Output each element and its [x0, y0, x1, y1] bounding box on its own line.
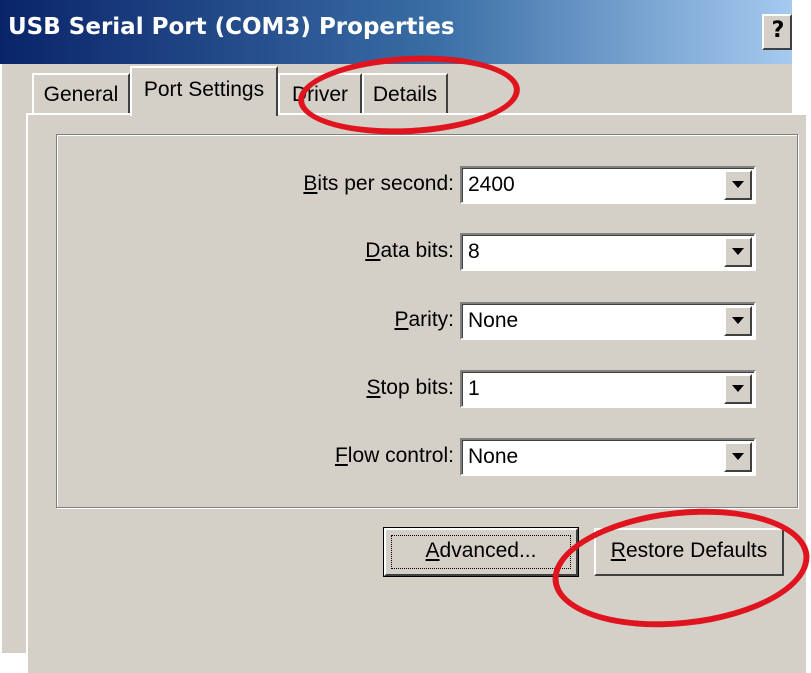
- stop-bits-select[interactable]: 1: [460, 370, 756, 408]
- tab-driver[interactable]: Driver: [278, 73, 362, 113]
- flow-control-row: Flow control: None: [0, 438, 811, 478]
- bits-per-second-row: Bits per second: 2400: [0, 166, 811, 206]
- tab-details[interactable]: Details: [362, 73, 448, 113]
- parity-row: Parity: None: [0, 302, 811, 342]
- dropdown-arrow-icon[interactable]: [724, 237, 752, 267]
- dropdown-arrow-icon[interactable]: [724, 442, 752, 472]
- flow-control-label: Flow control:: [334, 444, 454, 467]
- data-bits-label: Data bits:: [365, 239, 454, 262]
- data-bits-value: 8: [468, 240, 480, 263]
- flow-control-select[interactable]: None: [460, 438, 756, 476]
- data-bits-select[interactable]: 8: [460, 233, 756, 271]
- parity-label: Parity:: [394, 308, 454, 331]
- stop-bits-label: Stop bits:: [366, 376, 454, 399]
- dropdown-arrow-icon[interactable]: [724, 306, 752, 336]
- parity-value: None: [468, 309, 519, 332]
- dropdown-arrow-icon[interactable]: [724, 170, 752, 200]
- title-bar: USB Serial Port (COM3) Properties ?: [0, 0, 792, 64]
- data-bits-row: Data bits: 8: [0, 233, 811, 273]
- advanced-button[interactable]: Advanced...: [383, 527, 579, 577]
- window-title: USB Serial Port (COM3) Properties: [8, 14, 455, 40]
- stop-bits-row: Stop bits: 1: [0, 370, 811, 410]
- bits-per-second-select[interactable]: 2400: [460, 166, 756, 204]
- stop-bits-value: 1: [468, 377, 480, 400]
- flow-control-value: None: [468, 445, 519, 468]
- bits-per-second-label: Bits per second:: [303, 172, 454, 195]
- tab-general[interactable]: General: [32, 73, 130, 113]
- parity-select[interactable]: None: [460, 302, 756, 340]
- tab-port-settings[interactable]: Port Settings: [130, 66, 278, 116]
- help-button[interactable]: ?: [762, 14, 792, 50]
- bits-per-second-value: 2400: [468, 173, 515, 196]
- restore-defaults-button[interactable]: Restore Defaults: [594, 528, 784, 576]
- dropdown-arrow-icon[interactable]: [724, 374, 752, 404]
